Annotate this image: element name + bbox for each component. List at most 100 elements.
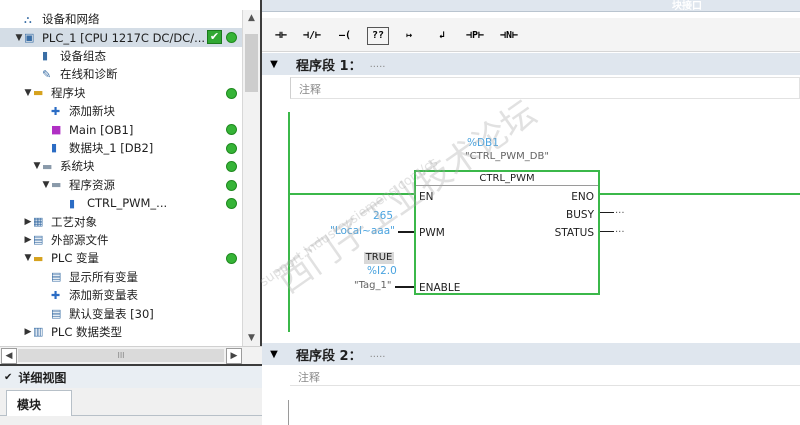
scroll-thumb-horizontal[interactable]: III: [18, 349, 224, 362]
ladder-toolbar: ⊣⊢ ⊣/⊢ –( )– ?? ↦ ↲ ⊣P⊢ ⊣N⊢: [262, 18, 800, 67]
open-branch-button[interactable]: ↦: [397, 23, 421, 49]
expand-down-icon[interactable]: ▼: [14, 33, 24, 43]
expand-down-icon[interactable]: ▼: [32, 161, 42, 171]
status-ok-icon: [226, 198, 237, 209]
network-2-header[interactable]: ▼ 程序段 2： .....: [262, 343, 800, 365]
ob-icon: ■: [51, 123, 62, 137]
block-interface-label: 块接口: [672, 1, 702, 12]
enable-address[interactable]: %I2.0: [367, 265, 397, 277]
p-contact-button[interactable]: ⊣P⊢: [460, 23, 490, 49]
db-address[interactable]: %DB1: [467, 137, 499, 149]
tree-item-label: 外部源文件: [51, 232, 109, 247]
expand-right-icon[interactable]: ▶: [23, 217, 33, 227]
status-dots[interactable]: ...: [615, 224, 625, 235]
tree-item-label: 添加新块: [69, 104, 115, 119]
expand-right-icon[interactable]: ▶: [23, 327, 33, 337]
tree-item-label: PLC 变量: [51, 251, 100, 266]
rung-in-line: [290, 193, 414, 195]
tree-item[interactable]: ▶ ▤ 外部源文件: [0, 231, 244, 249]
status-ok-icon: [226, 32, 237, 44]
block-interface-bar[interactable]: 块接口: [262, 0, 800, 12]
collapse-icon[interactable]: ✔: [4, 372, 12, 383]
scroll-right-icon[interactable]: ▶: [226, 348, 242, 364]
collapse-network-icon[interactable]: ▼: [262, 349, 286, 360]
pwm-wire: [398, 231, 414, 233]
empty-box-button[interactable]: ??: [367, 27, 389, 45]
busy-wire: [600, 212, 614, 213]
network-1-header[interactable]: ▼ 程序段 1： .....: [262, 53, 800, 75]
tree-item[interactable]: ▮ 设备组态: [0, 47, 244, 65]
tree-item-label: 数据块_1 [DB2]: [69, 140, 154, 155]
coil-button[interactable]: –( )–: [330, 23, 360, 67]
no-contact-button[interactable]: ⊣⊢: [270, 23, 292, 49]
scroll-thumb[interactable]: [245, 34, 258, 92]
ctrl-pwm-block[interactable]: CTRL_PWM EN PWM ENABLE ENO BUSY STATUS: [414, 170, 600, 295]
close-branch-button[interactable]: ↲: [430, 23, 454, 49]
tree-vertical-scrollbar[interactable]: ▲ ▼: [242, 10, 260, 346]
pwm-value: 265: [373, 210, 394, 222]
tech-object-icon: ▦: [33, 215, 44, 229]
tree-item[interactable]: ▮ 数据块_1 [DB2]: [0, 139, 244, 157]
detail-view-header[interactable]: ✔ 详细视图: [0, 366, 262, 388]
tree-item[interactable]: ▼ ▬ 程序块: [0, 84, 244, 102]
tree-item[interactable]: ▼ ▬ 系统块: [0, 157, 244, 175]
scroll-left-icon[interactable]: ◀: [1, 348, 17, 364]
n-contact-button[interactable]: ⊣N⊢: [494, 23, 524, 49]
tree-item[interactable]: ▶ ▥ PLC 数据类型: [0, 323, 244, 341]
tree-item[interactable]: ▤ 显示所有变量: [0, 268, 244, 286]
tree-item-label: 添加新变量表: [69, 288, 138, 303]
expand-down-icon[interactable]: ▼: [23, 88, 33, 98]
network-1-comment[interactable]: 注释: [290, 77, 800, 99]
db-name[interactable]: "CTRL_PWM_DB": [465, 151, 549, 162]
status-ok-icon: [226, 253, 237, 265]
tree-item[interactable]: ▼ ▬ 程序资源: [0, 176, 244, 194]
network-2-description[interactable]: .....: [370, 349, 386, 360]
enable-tag[interactable]: "Tag_1": [354, 280, 392, 291]
expand-down-icon[interactable]: ▼: [41, 180, 51, 190]
network-icon: ⛬: [24, 12, 32, 26]
tree-item[interactable]: ▮ CTRL_PWM_...: [0, 194, 244, 212]
tab-modules[interactable]: 模块: [6, 390, 72, 416]
pin-pwm: PWM: [419, 227, 445, 239]
device-config-icon: ▮: [42, 49, 49, 63]
tree-item[interactable]: ✚ 添加新变量表: [0, 286, 244, 304]
expand-right-icon[interactable]: ▶: [23, 235, 33, 245]
status-ok-icon: [226, 161, 237, 173]
busy-dots[interactable]: ...: [615, 205, 625, 216]
tree-item[interactable]: ⛬ 设备和网络: [0, 10, 244, 28]
project-tree: ⛬ 设备和网络 ▼ ▣ PLC_1 [CPU 1217C DC/DC/... ✔ ▮ 设备组态…: [0, 10, 244, 346]
network-2-comment[interactable]: 注释: [290, 368, 800, 386]
rung-out-line: [600, 193, 800, 195]
scroll-up-icon[interactable]: ▲: [243, 10, 260, 26]
nc-contact-button[interactable]: ⊣/⊢: [298, 23, 326, 49]
pwm-tag[interactable]: "Local~aaa": [330, 225, 395, 237]
expand-down-icon[interactable]: ▼: [23, 253, 33, 263]
tree-item[interactable]: ■ Main [OB1]: [0, 120, 244, 138]
tree-item[interactable]: ✎ 在线和诊断: [0, 65, 244, 83]
data-type-icon: ▥: [33, 325, 44, 339]
plc-icon: ▣: [24, 31, 35, 45]
tag-table-icon: ▤: [51, 307, 62, 321]
collapse-network-icon[interactable]: ▼: [262, 59, 286, 70]
scroll-down-icon[interactable]: ▼: [243, 330, 260, 346]
tree-horizontal-scrollbar[interactable]: ◀ III ▶: [0, 346, 262, 364]
add-block-icon: ✚: [51, 288, 61, 302]
tree-item-label: CTRL_PWM_...: [87, 196, 168, 211]
tree-item[interactable]: ▤ 默认变量表 [30]: [0, 304, 244, 322]
tag-table-icon: ▤: [51, 270, 62, 284]
tree-item-label: PLC_1 [CPU 1217C DC/DC/...: [42, 30, 206, 45]
network-1-description[interactable]: .....: [370, 59, 386, 70]
enable-value: TRUE: [364, 252, 394, 264]
tree-item[interactable]: ▼ ▬ PLC 变量: [0, 249, 244, 267]
tree-item[interactable]: ▼ ▣ PLC_1 [CPU 1217C DC/DC/... ✔: [0, 28, 244, 47]
block-type-title: CTRL_PWM: [416, 172, 598, 186]
tree-item-label: 显示所有变量: [69, 269, 138, 284]
network-1-title: 程序段 1：: [296, 58, 362, 74]
tree-item[interactable]: ✚ 添加新块: [0, 102, 244, 120]
tree-item-label: 设备和网络: [42, 12, 100, 27]
detail-view-title: 详细视图: [18, 370, 67, 385]
tree-item-label: 默认变量表 [30]: [69, 306, 154, 321]
tree-item-label: 程序块: [51, 85, 86, 100]
tree-item[interactable]: ▶ ▦ 工艺对象: [0, 212, 244, 230]
pin-busy: BUSY: [566, 209, 594, 221]
